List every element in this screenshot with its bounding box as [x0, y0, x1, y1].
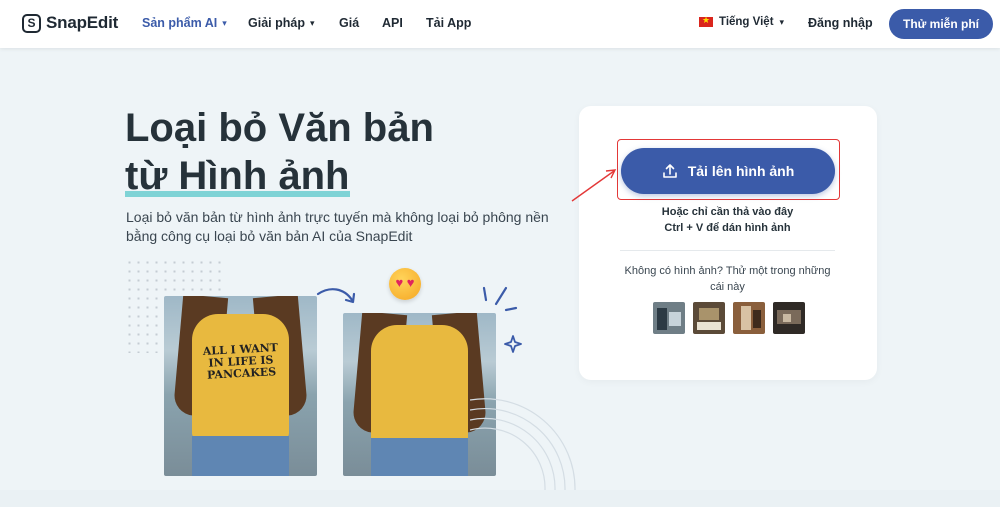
annotation-arrow-icon	[571, 169, 617, 202]
login-link[interactable]: Đăng nhập	[808, 16, 873, 30]
nav-item-label: Giải pháp	[248, 16, 305, 30]
before-example-image: ALL I WANT IN LIFE IS PANCAKES	[164, 296, 317, 476]
nav-item-api[interactable]: API	[382, 16, 403, 30]
hero-title-line1: Loại bỏ Văn bản	[125, 106, 434, 150]
drop-hint-line1: Hoặc chỉ cần thả vào đây	[661, 206, 794, 218]
nav-item-download-app[interactable]: Tải App	[426, 16, 471, 30]
hero-title-line2: từ Hình ảnh	[125, 154, 350, 198]
upload-button-label: Tải lên hình ảnh	[687, 163, 795, 179]
nav-item-label: API	[382, 16, 403, 30]
logo-icon: S	[22, 13, 41, 33]
snapedit-logo[interactable]: S SnapEdit	[22, 13, 118, 33]
vietnam-flag-icon	[699, 15, 713, 27]
hero-description: Loại bỏ văn bản từ hình ảnh trực tuyến m…	[126, 209, 549, 244]
sample-image-thumbnail[interactable]	[733, 302, 765, 334]
sample-image-thumbnail[interactable]	[693, 302, 725, 334]
sparkle-icon	[482, 286, 522, 353]
sample-image-thumbnail[interactable]	[653, 302, 685, 334]
nav-item-label: Giá	[339, 16, 360, 30]
nav-item-solutions[interactable]: Giải pháp ▾	[248, 16, 314, 30]
upload-image-button[interactable]: Tải lên hình ảnh	[621, 148, 835, 194]
chevron-down-icon: ▾	[779, 16, 785, 27]
nav-item-label: Tải App	[426, 16, 472, 30]
sample-image-thumbnail[interactable]	[773, 302, 805, 334]
heart-eyes-emoji-icon: ♥ ♥	[389, 268, 421, 300]
sample-images-hint: Không có hình ảnh? Thử một trong những c…	[624, 265, 831, 293]
divider	[620, 250, 835, 251]
top-navbar: S SnapEdit Sản phẩm AI ▾ Giải pháp ▾ Giá…	[0, 0, 1000, 48]
language-selector[interactable]: Tiếng Việt ▾	[699, 15, 785, 28]
language-label: Tiếng Việt	[719, 16, 774, 28]
nav-item-ai-products[interactable]: Sản phẩm AI ▾	[142, 16, 227, 30]
shirt-text: ALL I WANT IN LIFE IS PANCAKES	[202, 341, 279, 382]
chevron-down-icon: ▾	[222, 17, 227, 28]
upload-icon	[662, 164, 677, 178]
chevron-down-icon: ▾	[309, 17, 315, 28]
hero-title: Loại bỏ Văn bản từ Hình ảnh	[125, 104, 434, 200]
sample-images	[653, 302, 805, 334]
try-free-button[interactable]: Thử miễn phí	[889, 9, 993, 39]
ring-decoration	[470, 398, 576, 490]
curved-arrow-icon	[316, 288, 356, 304]
drop-hint: Hoặc chỉ cần thả vào đây Ctrl + V để dán…	[620, 204, 835, 236]
nav-item-label: Sản phẩm AI	[142, 16, 218, 30]
bottom-strip	[0, 490, 1000, 507]
logo-text: SnapEdit	[46, 13, 119, 32]
nav-item-pricing[interactable]: Giá	[339, 16, 359, 30]
drop-hint-line2: Ctrl + V để dán hình ảnh	[664, 222, 791, 234]
